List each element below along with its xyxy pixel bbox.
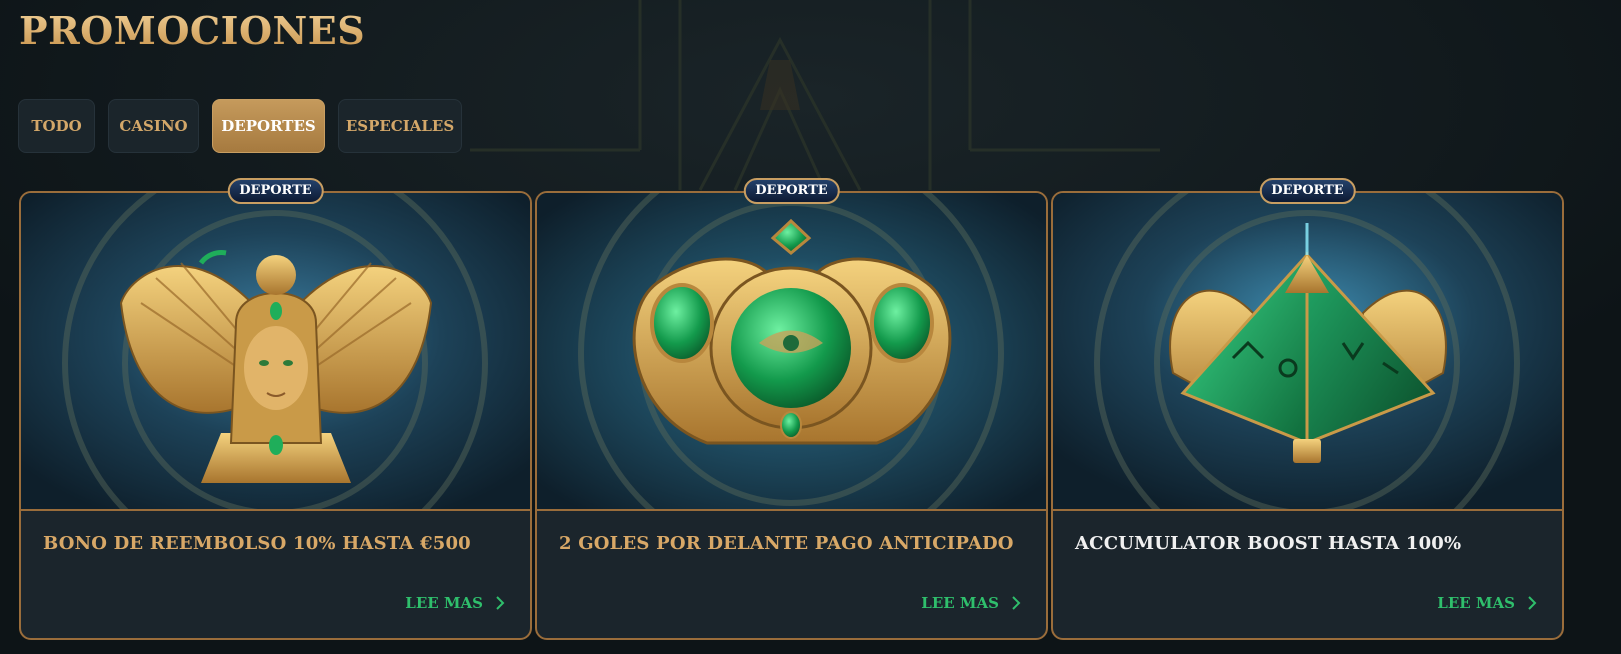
category-badge: DEPORTE bbox=[743, 178, 840, 204]
read-more-link[interactable]: LEE MAS bbox=[921, 594, 1021, 612]
promo-title: 2 GOLES POR DELANTE PAGO ANTICIPADO bbox=[559, 533, 1014, 554]
page-title: PROMOCIONES bbox=[19, 8, 366, 53]
chevron-right-icon bbox=[1528, 596, 1537, 610]
read-more-link[interactable]: LEE MAS bbox=[405, 594, 505, 612]
promo-card[interactable]: DEPORTE bbox=[19, 178, 532, 640]
promo-image-eye-amulet bbox=[537, 193, 1046, 511]
promo-title: ACCUMULATOR BOOST HASTA 100% bbox=[1075, 533, 1462, 554]
chevron-right-icon bbox=[496, 596, 505, 610]
tab-casino[interactable]: CASINO bbox=[108, 99, 199, 153]
promo-card[interactable]: DEPORTE bbox=[535, 178, 1048, 640]
category-badge: DEPORTE bbox=[1259, 178, 1356, 204]
promo-title: BONO DE REEMBOLSO 10% HASTA €500 bbox=[43, 533, 471, 554]
tab-especiales[interactable]: ESPECIALES bbox=[338, 99, 462, 153]
promo-image-pharaoh-queen bbox=[21, 193, 530, 511]
read-more-label: LEE MAS bbox=[405, 594, 483, 612]
tab-deportes[interactable]: DEPORTES bbox=[212, 99, 325, 153]
category-badge: DEPORTE bbox=[227, 178, 324, 204]
read-more-label: LEE MAS bbox=[921, 594, 999, 612]
chevron-right-icon bbox=[1012, 596, 1021, 610]
tab-todo[interactable]: TODO bbox=[18, 99, 95, 153]
promo-card[interactable]: DEPORTE bbox=[1051, 178, 1564, 640]
promo-filter-tabs: TODO CASINO DEPORTES ESPECIALES bbox=[18, 99, 462, 153]
read-more-link[interactable]: LEE MAS bbox=[1437, 594, 1537, 612]
promo-image-emerald-pyramid bbox=[1053, 193, 1562, 511]
read-more-label: LEE MAS bbox=[1437, 594, 1515, 612]
